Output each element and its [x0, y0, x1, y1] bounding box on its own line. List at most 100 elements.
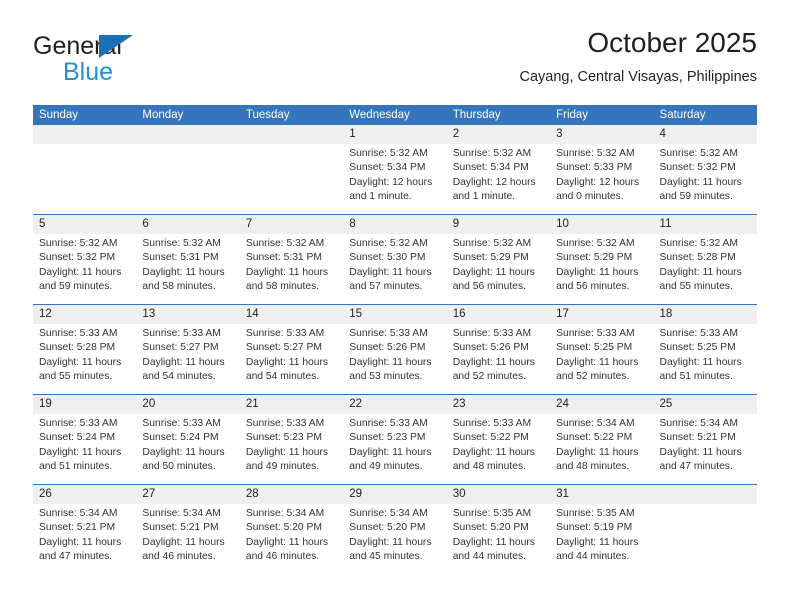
day-cell[interactable]: Sunrise: 5:34 AM Sunset: 5:22 PM Daylight:… [550, 414, 653, 484]
daylight-text: Daylight: 11 hours and 56 minutes. [556, 266, 639, 292]
sunset-text: Sunset: 5:31 PM [245, 252, 322, 264]
day-cell[interactable]: Sunrise: 5:33 AM Sunset: 5:23 PM Daylight:… [343, 414, 446, 484]
sunrise-text: Sunrise: 5:35 AM [556, 508, 635, 519]
daylight-text: Daylight: 11 hours and 46 minutes. [142, 536, 225, 562]
day-cell[interactable]: Sunrise: 5:35 AM Sunset: 5:20 PM Daylight:… [447, 504, 550, 574]
day-number[interactable]: 14 [240, 305, 343, 324]
day-cell[interactable]: Sunrise: 5:33 AM Sunset: 5:24 PM Daylight:… [33, 414, 136, 484]
day-cell[interactable]: Sunrise: 5:33 AM Sunset: 5:23 PM Daylight:… [240, 414, 343, 484]
day-number[interactable]: 10 [550, 215, 653, 234]
day-number[interactable]: 26 [33, 485, 136, 504]
sunrise-text: Sunrise: 5:34 AM [659, 418, 738, 429]
day-cell[interactable]: Sunrise: 5:33 AM Sunset: 5:26 PM Daylight:… [447, 324, 550, 394]
daylight-text: Daylight: 11 hours and 59 minutes. [659, 176, 742, 202]
day-cell[interactable]: Sunrise: 5:33 AM Sunset: 5:27 PM Daylight:… [136, 324, 239, 394]
sunrise-text: Sunrise: 5:34 AM [245, 508, 325, 519]
sunrise-text: Sunrise: 5:32 AM [245, 238, 325, 249]
calendar-weeks: 1 2 3 4 Sunrise: 5:32 AM Sunset: 5:34 PM Dayli… [33, 125, 757, 574]
sunset-text: Sunset: 5:29 PM [556, 252, 633, 264]
sunrise-text: Sunrise: 5:32 AM [39, 238, 118, 249]
day-number[interactable]: 25 [654, 395, 757, 414]
day-number[interactable]: 18 [654, 305, 757, 324]
sunrise-text: Sunrise: 5:34 AM [142, 508, 221, 519]
day-number[interactable]: 3 [550, 125, 653, 144]
day-cell[interactable]: Sunrise: 5:34 AM Sunset: 5:21 PM Daylight:… [136, 504, 239, 574]
day-cell[interactable]: Sunrise: 5:32 AM Sunset: 5:30 PM Daylight:… [343, 234, 446, 304]
day-number[interactable]: 30 [447, 485, 550, 504]
day-cell[interactable]: Sunrise: 5:33 AM Sunset: 5:26 PM Daylight:… [343, 324, 446, 394]
day-number[interactable]: 20 [136, 395, 239, 414]
week-detail-row: Sunrise: 5:32 AM Sunset: 5:32 PM Daylight:… [33, 234, 757, 304]
day-number[interactable]: 5 [33, 215, 136, 234]
day-cell[interactable]: Sunrise: 5:33 AM Sunset: 5:25 PM Daylight:… [550, 324, 653, 394]
day-cell[interactable]: Sunrise: 5:34 AM Sunset: 5:20 PM Daylight:… [240, 504, 343, 574]
day-cell[interactable]: Sunrise: 5:32 AM Sunset: 5:34 PM Daylight:… [343, 144, 446, 214]
day-number[interactable]: 28 [240, 485, 343, 504]
day-number[interactable]: 4 [654, 125, 757, 144]
day-number[interactable]: 29 [343, 485, 446, 504]
day-number[interactable]: 7 [240, 215, 343, 234]
day-number[interactable]: 6 [136, 215, 239, 234]
day-cell[interactable]: Sunrise: 5:32 AM Sunset: 5:32 PM Daylight:… [654, 144, 757, 214]
day-number[interactable]: 16 [447, 305, 550, 324]
day-cell[interactable]: Sunrise: 5:32 AM Sunset: 5:32 PM Daylight:… [33, 234, 136, 304]
day-cell[interactable]: Sunrise: 5:34 AM Sunset: 5:20 PM Daylight:… [343, 504, 446, 574]
general-blue-logo[interactable]: General Blue [33, 32, 213, 90]
day-cell[interactable]: Sunrise: 5:33 AM Sunset: 5:28 PM Daylight:… [33, 324, 136, 394]
day-number-empty [136, 125, 239, 144]
week-detail-row: Sunrise: 5:32 AM Sunset: 5:34 PM Daylight:… [33, 144, 757, 214]
weekday-header-wednesday: Wednesday [349, 109, 410, 121]
day-cell[interactable]: Sunrise: 5:32 AM Sunset: 5:29 PM Daylight:… [447, 234, 550, 304]
day-cell[interactable]: Sunrise: 5:32 AM Sunset: 5:34 PM Daylight:… [447, 144, 550, 214]
day-number[interactable]: 21 [240, 395, 343, 414]
daylight-text: Daylight: 11 hours and 51 minutes. [659, 356, 742, 382]
day-number[interactable]: 31 [550, 485, 653, 504]
day-number[interactable]: 27 [136, 485, 239, 504]
day-cell[interactable]: Sunrise: 5:33 AM Sunset: 5:25 PM Daylight:… [654, 324, 757, 394]
sunset-text: Sunset: 5:22 PM [556, 432, 633, 444]
day-number-empty [654, 485, 757, 504]
sunset-text: Sunset: 5:30 PM [349, 252, 426, 264]
day-number[interactable]: 13 [136, 305, 239, 324]
daylight-text: Daylight: 11 hours and 58 minutes. [142, 266, 225, 292]
calendar-week-row: 12 13 14 15 16 17 18 Sunrise: 5:33 AM Sunset: 5:… [33, 304, 757, 394]
day-number[interactable]: 23 [447, 395, 550, 414]
page-header: General Blue October 2025 Cayang, Centra… [33, 26, 757, 98]
day-cell[interactable]: Sunrise: 5:32 AM Sunset: 5:29 PM Daylight:… [550, 234, 653, 304]
day-cell[interactable]: Sunrise: 5:32 AM Sunset: 5:33 PM Daylight:… [550, 144, 653, 214]
sunrise-text: Sunrise: 5:32 AM [556, 148, 635, 159]
day-number[interactable]: 9 [447, 215, 550, 234]
sunrise-text: Sunrise: 5:33 AM [452, 328, 532, 339]
sunset-text: Sunset: 5:21 PM [659, 432, 736, 444]
triangle-icon [99, 35, 133, 58]
day-cell[interactable]: Sunrise: 5:32 AM Sunset: 5:28 PM Daylight:… [654, 234, 757, 304]
day-number[interactable]: 11 [654, 215, 757, 234]
day-cell[interactable]: Sunrise: 5:32 AM Sunset: 5:31 PM Daylight:… [240, 234, 343, 304]
daylight-text: Daylight: 12 hours and 1 minute. [349, 176, 433, 202]
day-number[interactable]: 24 [550, 395, 653, 414]
day-number[interactable]: 1 [343, 125, 446, 144]
day-number[interactable]: 15 [343, 305, 446, 324]
day-number[interactable]: 22 [343, 395, 446, 414]
day-number[interactable]: 17 [550, 305, 653, 324]
day-cell[interactable]: Sunrise: 5:34 AM Sunset: 5:21 PM Daylight:… [33, 504, 136, 574]
day-cell[interactable]: Sunrise: 5:35 AM Sunset: 5:19 PM Daylight:… [550, 504, 653, 574]
sunset-text: Sunset: 5:26 PM [452, 342, 529, 354]
day-cell[interactable]: Sunrise: 5:33 AM Sunset: 5:24 PM Daylight:… [136, 414, 239, 484]
sunrise-text: Sunrise: 5:32 AM [452, 148, 532, 159]
sunrise-text: Sunrise: 5:33 AM [142, 328, 221, 339]
sunset-text: Sunset: 5:34 PM [349, 162, 426, 174]
day-number[interactable]: 2 [447, 125, 550, 144]
day-cell[interactable]: Sunrise: 5:33 AM Sunset: 5:22 PM Daylight:… [447, 414, 550, 484]
day-number[interactable]: 8 [343, 215, 446, 234]
sunset-text: Sunset: 5:22 PM [452, 432, 529, 444]
week-detail-row: Sunrise: 5:33 AM Sunset: 5:28 PM Daylight:… [33, 324, 757, 394]
sunrise-text: Sunrise: 5:33 AM [452, 418, 532, 429]
daylight-text: Daylight: 11 hours and 53 minutes. [349, 356, 432, 382]
day-number[interactable]: 19 [33, 395, 136, 414]
daylight-text: Daylight: 11 hours and 44 minutes. [556, 536, 639, 562]
day-cell[interactable]: Sunrise: 5:33 AM Sunset: 5:27 PM Daylight:… [240, 324, 343, 394]
day-number[interactable]: 12 [33, 305, 136, 324]
day-cell[interactable]: Sunrise: 5:32 AM Sunset: 5:31 PM Daylight:… [136, 234, 239, 304]
day-cell[interactable]: Sunrise: 5:34 AM Sunset: 5:21 PM Daylight:… [654, 414, 757, 484]
